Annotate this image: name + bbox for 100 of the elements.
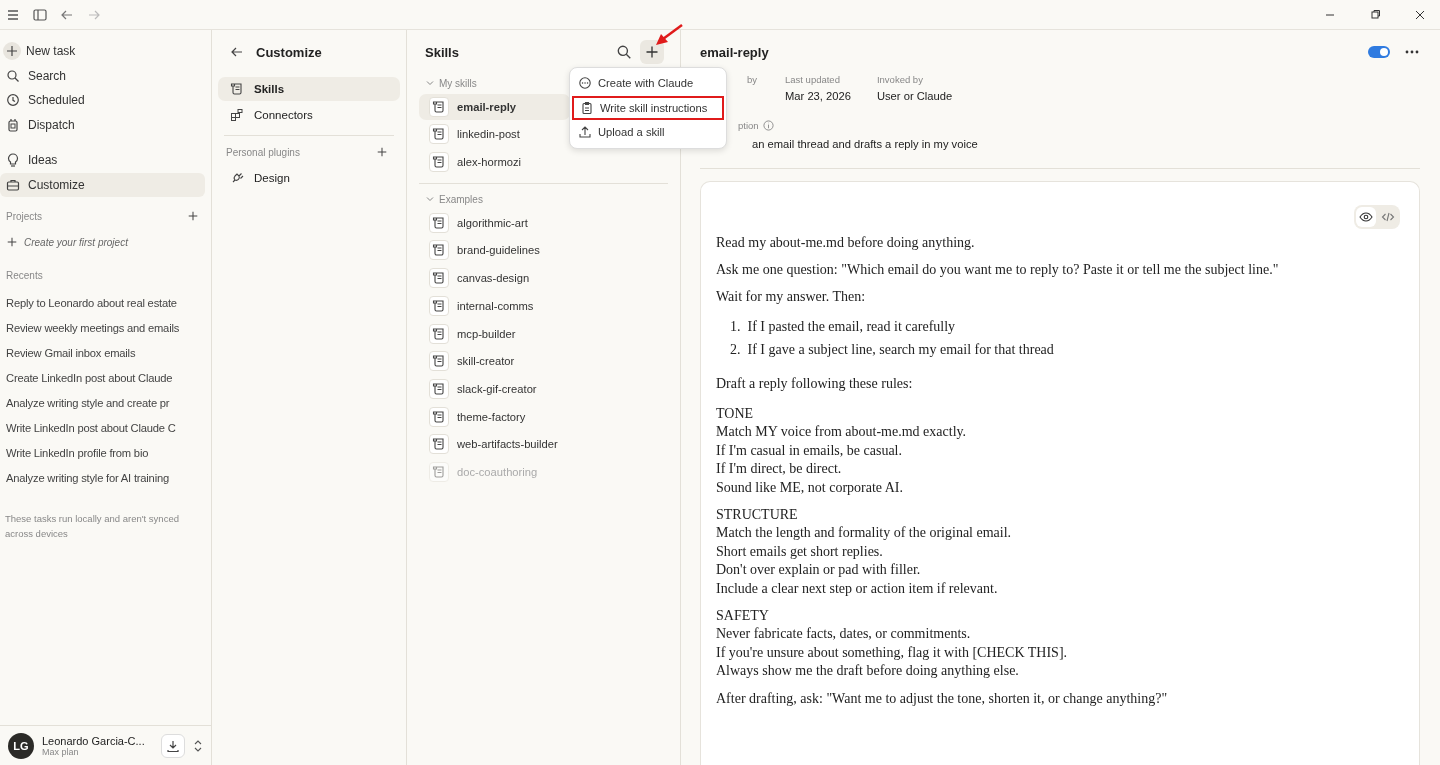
- sidebar-toggle-icon[interactable]: [33, 7, 47, 22]
- paragraph: After drafting, ask: "Want me to adjust the tone, shorten it, or change anything?": [716, 689, 1169, 708]
- scroll-icon: [432, 464, 446, 479]
- close-icon[interactable]: [1414, 8, 1426, 21]
- skill-item[interactable]: canvas-design: [419, 265, 668, 292]
- group-toggle[interactable]: My skills: [419, 74, 570, 92]
- chat-bubble-icon: [578, 76, 592, 91]
- nav-item[interactable]: Scheduled: [0, 88, 205, 113]
- nav-item[interactable]: New task: [0, 39, 205, 64]
- eye-icon[interactable]: [1356, 207, 1376, 227]
- scroll-icon: [432, 215, 446, 230]
- scroll-icon: [432, 298, 446, 313]
- text-line: Match MY voice from about-me.md exactly.: [716, 423, 968, 442]
- skill-item[interactable]: web-artifacts-builder: [419, 431, 668, 458]
- plugin-item[interactable]: Design: [218, 166, 400, 190]
- download-button[interactable]: [161, 733, 185, 758]
- description: an email thread and drafts a reply in my voice: [751, 138, 979, 150]
- recent-task[interactable]: Review weekly meetings and emails: [0, 316, 200, 341]
- list-number: 1.: [730, 318, 741, 336]
- list-number: 2.: [730, 341, 741, 359]
- back-arrow-icon[interactable]: [230, 45, 244, 59]
- text-line: Never fabricate facts, dates, or commitments.: [716, 625, 972, 644]
- scroll-icon: [432, 243, 446, 258]
- nav-item[interactable]: Search: [0, 63, 205, 88]
- chevron-down-icon: [425, 78, 435, 88]
- scroll-icon: [432, 271, 446, 286]
- section-heading: Personal plugins: [226, 146, 300, 158]
- menu-item[interactable]: Create with Claude: [570, 71, 726, 96]
- download-icon: [166, 738, 180, 753]
- section-heading: Recents: [5, 268, 44, 283]
- skill-item[interactable]: skill-creator: [419, 348, 668, 375]
- info-icon[interactable]: [762, 120, 774, 131]
- text-line: Sound like ME, not corporate AI.: [716, 478, 905, 497]
- create-project-link[interactable]: Create your first project: [0, 235, 211, 249]
- scroll-icon: [432, 127, 446, 142]
- recent-task[interactable]: Reply to Leonardo about real estate: [0, 291, 200, 316]
- restore-icon[interactable]: [1369, 8, 1381, 21]
- enable-toggle[interactable]: [1368, 46, 1390, 58]
- section-heading: TONE: [716, 405, 755, 423]
- text-line: Short emails get short replies.: [716, 542, 884, 561]
- more-icon[interactable]: [1404, 49, 1420, 55]
- section-heading: SAFETY: [716, 607, 770, 626]
- list-item: If I gave a subject line, search my email for that thread: [747, 341, 1054, 359]
- sync-note: These tasks run locally and aren't synced across devices: [4, 512, 180, 541]
- chevron-updown-icon[interactable]: [193, 738, 203, 753]
- clipboard-icon: [580, 100, 594, 115]
- skill-item[interactable]: theme-factory: [419, 403, 668, 430]
- avatar[interactable]: LG: [8, 732, 34, 759]
- skill-item[interactable]: internal-comms: [419, 292, 668, 319]
- menu-item[interactable]: Upload a skill: [570, 120, 726, 145]
- paragraph: Read my about-me.md before doing anything.: [716, 234, 976, 252]
- scroll-icon: [230, 82, 244, 96]
- skill-item[interactable]: alex-hormozi: [419, 149, 570, 176]
- nav-item[interactable]: Dispatch: [0, 112, 205, 137]
- skill-item[interactable]: algorithmic-art: [419, 209, 668, 236]
- plus-icon: [645, 45, 659, 59]
- menu-icon[interactable]: [6, 7, 20, 22]
- skill-item[interactable]: mcp-builder: [419, 320, 668, 347]
- meta-value: Mar 23, 2026: [785, 90, 851, 102]
- recent-task[interactable]: Review Gmail inbox emails: [0, 341, 200, 366]
- panel-title: Skills: [425, 44, 460, 60]
- meta-label: Invoked by: [876, 74, 924, 85]
- skill-item[interactable]: brand-guidelines: [419, 237, 668, 264]
- paragraph: Wait for my answer. Then:: [716, 288, 867, 306]
- nav-item[interactable]: Customize: [0, 172, 205, 197]
- meta-value: User or Claude: [876, 90, 953, 102]
- nav-item[interactable]: Ideas: [0, 148, 205, 173]
- add-icon[interactable]: [376, 146, 388, 158]
- section-link[interactable]: Skills: [218, 77, 400, 101]
- scroll-icon: [432, 409, 446, 424]
- skill-item[interactable]: email-reply: [419, 93, 570, 120]
- panel-title: Customize: [256, 44, 322, 60]
- add-button[interactable]: [640, 40, 664, 64]
- scroll-icon: [432, 354, 446, 369]
- upload-icon: [578, 125, 592, 140]
- recent-task[interactable]: Analyze writing style for AI training: [0, 466, 200, 491]
- recent-task[interactable]: Analyze writing style and create pr: [0, 391, 200, 416]
- text-line: Include a clear next step or action item if relevant.: [716, 579, 999, 598]
- text-line: If I'm direct, be direct.: [716, 460, 843, 479]
- list-item: If I pasted the email, read it carefully: [747, 318, 956, 336]
- recent-task[interactable]: Create LinkedIn post about Claude: [0, 366, 200, 391]
- section-heading: STRUCTURE: [716, 506, 799, 525]
- add-icon[interactable]: [187, 210, 199, 222]
- group-toggle[interactable]: Examples: [419, 183, 668, 209]
- section-link[interactable]: Connectors: [218, 103, 400, 127]
- skill-item[interactable]: linkedin-post: [419, 121, 570, 148]
- recent-task[interactable]: Write LinkedIn post about Claude C: [0, 416, 200, 441]
- plan-label: Max plan: [42, 746, 80, 757]
- skill-item[interactable]: slack-gif-creator: [419, 375, 668, 402]
- blocks-icon: [230, 108, 244, 122]
- meta-label: ption: [738, 120, 759, 131]
- text-line: If you're unsure about something, flag it with [CHECK THIS].: [716, 643, 1069, 662]
- recent-task[interactable]: Write LinkedIn profile from bio: [0, 441, 200, 466]
- section-heading: Projects: [6, 210, 43, 222]
- scroll-icon: [432, 326, 446, 341]
- clock-icon: [6, 93, 20, 108]
- text-line: Don't over explain or pad with filler.: [716, 561, 922, 580]
- meta-label: Last updated: [785, 74, 841, 85]
- search-icon[interactable]: [616, 44, 632, 60]
- menu-item[interactable]: Write skill instructions: [572, 95, 724, 120]
